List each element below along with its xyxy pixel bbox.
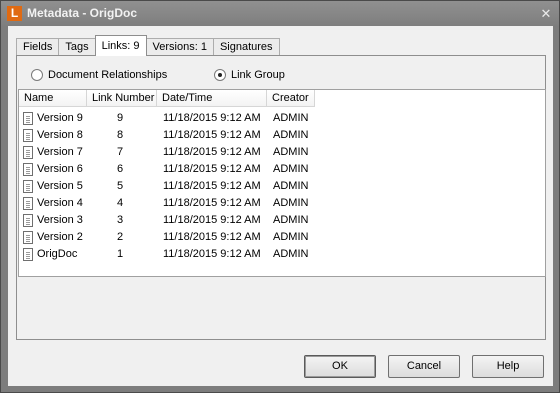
row-date-time: 11/18/2015 9:12 AM xyxy=(163,180,261,192)
app-logo-icon: L xyxy=(7,6,22,21)
column-date-time[interactable]: Date/Time xyxy=(157,90,267,107)
row-name: Version 4 xyxy=(37,197,83,209)
tab-tags[interactable]: Tags xyxy=(58,38,96,56)
radio-label: Document Relationships xyxy=(48,69,168,81)
document-icon xyxy=(23,248,33,261)
row-name-cell: Version 4 xyxy=(19,195,87,212)
list-item[interactable]: Version 7 7 11/18/2015 9:12 AM ADMIN xyxy=(19,144,347,161)
column-creator[interactable]: Creator xyxy=(267,90,315,107)
document-icon xyxy=(23,129,33,142)
row-name-cell: Version 2 xyxy=(19,229,87,246)
row-name-cell: Version 5 xyxy=(19,178,87,195)
list-item[interactable]: Version 3 3 11/18/2015 9:12 AM ADMIN xyxy=(19,212,347,229)
cancel-button[interactable]: Cancel xyxy=(388,355,460,378)
row-name-cell: OrigDoc xyxy=(19,246,87,263)
row-name: Version 7 xyxy=(37,146,83,158)
row-name: Version 8 xyxy=(37,129,83,141)
row-link-number: 9 xyxy=(116,112,124,124)
tab-versions[interactable]: Versions: 1 xyxy=(145,38,214,56)
row-date-time: 11/18/2015 9:12 AM xyxy=(163,146,261,158)
document-icon xyxy=(23,112,33,125)
metadata-dialog: L Metadata - OrigDoc ✕ Fields Tags Links… xyxy=(0,0,560,393)
row-name-cell: Version 3 xyxy=(19,212,87,229)
row-date-time: 11/18/2015 9:12 AM xyxy=(163,214,261,226)
row-creator: ADMIN xyxy=(273,146,309,158)
row-name: Version 6 xyxy=(37,163,83,175)
row-name: Version 3 xyxy=(37,214,83,226)
document-icon xyxy=(23,146,33,159)
row-link-number: 1 xyxy=(116,248,124,260)
document-icon xyxy=(23,197,33,210)
row-link-number: 2 xyxy=(116,231,124,243)
column-link-number[interactable]: Link Number xyxy=(87,90,157,107)
tab-links[interactable]: Links: 9 xyxy=(94,35,147,56)
row-link-number: 4 xyxy=(116,197,124,209)
list-item[interactable]: Version 9 9 11/18/2015 9:12 AM ADMIN xyxy=(19,110,347,127)
row-name: Version 9 xyxy=(37,112,83,124)
tab-strip: Fields Tags Links: 9 Versions: 1 Signatu… xyxy=(16,35,280,56)
row-date-time: 11/18/2015 9:12 AM xyxy=(163,163,261,175)
radio-label: Link Group xyxy=(231,69,285,81)
row-date-time: 11/18/2015 9:12 AM xyxy=(163,197,261,209)
help-button[interactable]: Help xyxy=(472,355,544,378)
row-date-time: 11/18/2015 9:12 AM xyxy=(163,129,261,141)
links-tab-panel: Document Relationships Link Group Name L… xyxy=(16,55,546,340)
row-name: OrigDoc xyxy=(37,248,78,260)
list-item[interactable]: Version 6 6 11/18/2015 9:12 AM ADMIN xyxy=(19,161,347,178)
radio-document-relationships[interactable]: Document Relationships xyxy=(31,68,167,82)
row-creator: ADMIN xyxy=(273,231,309,243)
list-header: Name Link Number Date/Time Creator xyxy=(19,90,315,107)
row-name-cell: Version 8 xyxy=(19,127,87,144)
document-icon xyxy=(23,163,33,176)
row-link-number: 7 xyxy=(116,146,124,158)
row-name-cell: Version 6 xyxy=(19,161,87,178)
row-link-number: 6 xyxy=(116,163,124,175)
list-rows: Version 9 9 11/18/2015 9:12 AM ADMIN Version… xyxy=(19,110,347,263)
list-item[interactable]: Version 5 5 11/18/2015 9:12 AM ADMIN xyxy=(19,178,347,195)
list-item[interactable]: Version 8 8 11/18/2015 9:12 AM ADMIN xyxy=(19,127,347,144)
tab-fields[interactable]: Fields xyxy=(16,38,60,56)
row-link-number: 8 xyxy=(116,129,124,141)
row-link-number: 5 xyxy=(116,180,124,192)
document-icon xyxy=(23,180,33,193)
row-name: Version 2 xyxy=(37,231,83,243)
ok-button[interactable]: OK xyxy=(304,355,376,378)
column-name[interactable]: Name xyxy=(19,90,87,107)
dialog-body: Fields Tags Links: 9 Versions: 1 Signatu… xyxy=(8,26,553,386)
row-link-number: 3 xyxy=(116,214,124,226)
row-creator: ADMIN xyxy=(273,180,309,192)
document-icon xyxy=(23,214,33,227)
row-creator: ADMIN xyxy=(273,197,309,209)
row-name: Version 5 xyxy=(37,180,83,192)
title-bar[interactable]: L Metadata - OrigDoc ✕ xyxy=(1,1,559,26)
radio-button-selected[interactable] xyxy=(214,69,226,81)
list-item[interactable]: OrigDoc 1 11/18/2015 9:12 AM ADMIN xyxy=(19,246,347,263)
list-item[interactable]: Version 4 4 11/18/2015 9:12 AM ADMIN xyxy=(19,195,347,212)
radio-button[interactable] xyxy=(31,69,43,81)
row-creator: ADMIN xyxy=(273,163,309,175)
window-title: Metadata - OrigDoc xyxy=(27,6,138,20)
row-date-time: 11/18/2015 9:12 AM xyxy=(163,231,261,243)
row-date-time: 11/18/2015 9:12 AM xyxy=(163,112,261,124)
list-item[interactable]: Version 2 2 11/18/2015 9:12 AM ADMIN xyxy=(19,229,347,246)
row-creator: ADMIN xyxy=(273,214,309,226)
links-list[interactable]: Name Link Number Date/Time Creator Versi… xyxy=(18,89,546,277)
document-icon xyxy=(23,231,33,244)
row-creator: ADMIN xyxy=(273,129,309,141)
row-name-cell: Version 9 xyxy=(19,110,87,127)
row-creator: ADMIN xyxy=(273,112,309,124)
row-creator: ADMIN xyxy=(273,248,309,260)
radio-link-group[interactable]: Link Group xyxy=(214,68,285,82)
row-date-time: 11/18/2015 9:12 AM xyxy=(163,248,261,260)
tab-signatures[interactable]: Signatures xyxy=(212,38,280,56)
row-name-cell: Version 7 xyxy=(19,144,87,161)
close-icon[interactable]: ✕ xyxy=(539,7,553,20)
